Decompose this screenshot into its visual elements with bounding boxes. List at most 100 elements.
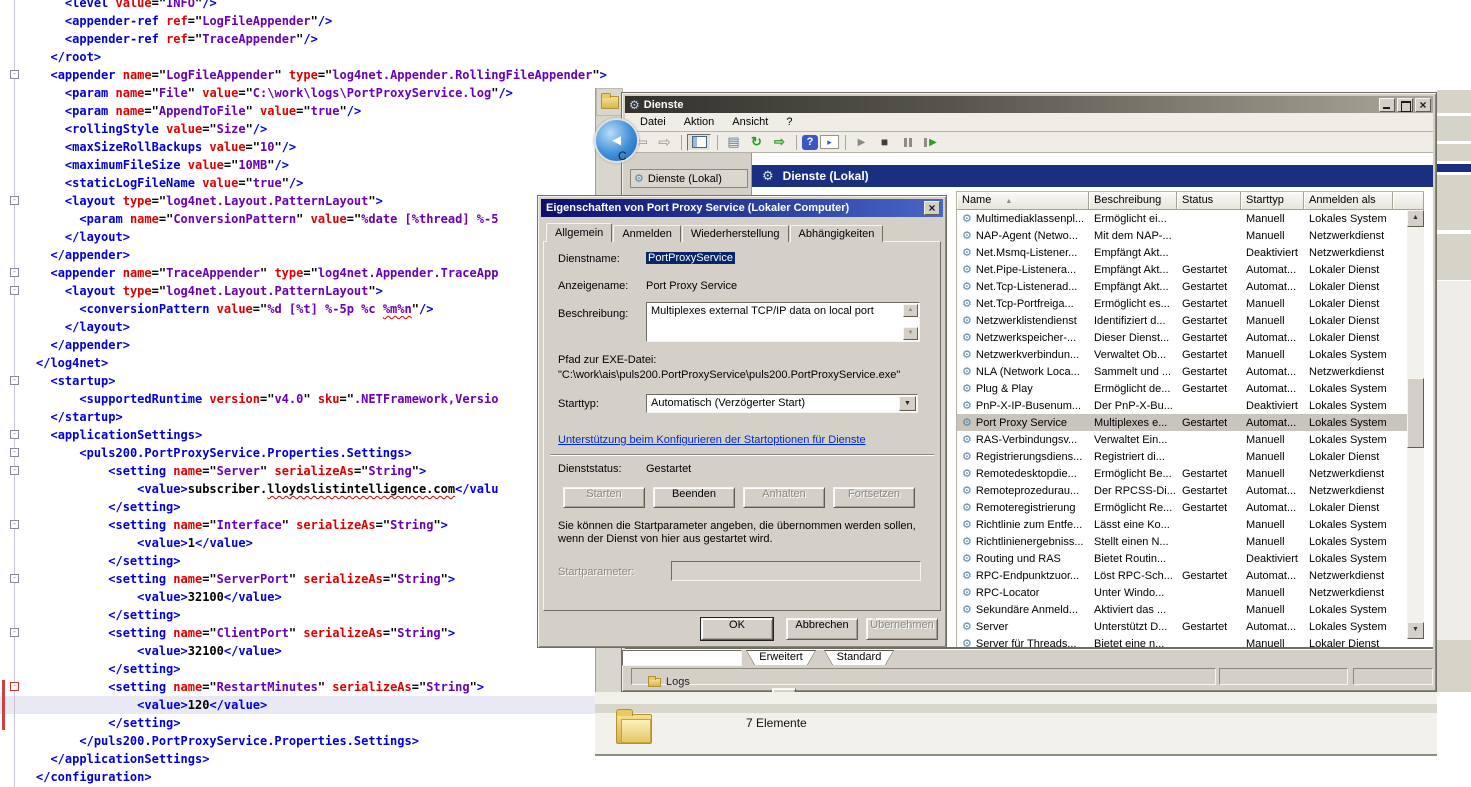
anhalten-button[interactable]: Anhalten [743, 487, 825, 508]
close-button[interactable] [1415, 98, 1431, 112]
fold-marker[interactable]: - [10, 196, 19, 205]
show-tree-icon[interactable] [687, 134, 711, 151]
service-row[interactable]: ⚙Net.Msmq-Listener...Empfängt Akt...Deak… [957, 244, 1407, 261]
services-window-titlebar[interactable]: ⚙ Dienste [625, 96, 1433, 113]
export-list-icon[interactable] [769, 134, 790, 151]
service-row[interactable]: ⚙NAP-Agent (Netwo...Mit dem NAP-...Manue… [957, 227, 1407, 244]
abbrechen-button[interactable]: Abbrechen [786, 618, 858, 640]
menu-item[interactable]: Aktion [675, 115, 724, 129]
minimize-button[interactable] [1379, 98, 1395, 112]
refresh-icon[interactable] [746, 134, 767, 151]
fold-marker[interactable]: - [10, 430, 19, 439]
service-row[interactable]: ⚙ServerUnterstützt D...GestartetAutomat.… [957, 618, 1407, 635]
service-row[interactable]: ⚙Netzwerkverbindun...Verwaltet Ob...Gest… [957, 346, 1407, 363]
explorer-search-input[interactable] [622, 650, 742, 666]
fold-marker[interactable]: - [10, 520, 19, 529]
service-row[interactable]: ⚙Port Proxy ServiceMultiplexes e...Gesta… [957, 414, 1407, 431]
service-row[interactable]: ⚙Remotedesktopdie...Ermöglicht Be...Gest… [957, 465, 1407, 482]
beschreibung-field[interactable]: Multiplexes external TCP/IP data on loca… [646, 302, 920, 342]
service-row[interactable]: ⚙Plug & PlayErmöglicht de...GestartetAut… [957, 380, 1407, 397]
uebernehmen-button[interactable]: Übernehmen [866, 618, 938, 640]
fold-marker[interactable]: - [10, 574, 19, 583]
separator-icon[interactable] [792, 134, 800, 151]
service-row[interactable]: ⚙PnP-X-IP-Busenum...Der PnP-X-Bu...Deakt… [957, 397, 1407, 414]
service-row[interactable]: ⚙NLA (Network Loca...Sammelt und ...Gest… [957, 363, 1407, 380]
close-icon[interactable] [924, 201, 940, 215]
service-row[interactable]: ⚙Multimediaklassenpl...Ermöglicht ei...M… [957, 210, 1407, 227]
taskpad-icon[interactable] [820, 135, 839, 149]
fold-marker[interactable]: - [10, 466, 19, 475]
fold-marker-changed[interactable]: - [10, 682, 19, 691]
explorer-taskbar-button[interactable] [596, 88, 623, 116]
fold-marker[interactable]: - [10, 628, 19, 637]
view-tab[interactable]: Erweitert [746, 650, 816, 666]
fold-marker[interactable]: - [10, 70, 19, 79]
dialog-tab[interactable]: Abhängigkeiten [790, 225, 884, 242]
menu-item[interactable]: Datei [631, 115, 675, 129]
service-row[interactable]: ⚙Server für Threads...Bietet eine n...Ma… [957, 635, 1407, 647]
beschreibung-scrollbar[interactable]: ▲ ▼ [903, 304, 918, 340]
stop-service-icon[interactable] [874, 134, 895, 151]
ok-button[interactable]: OK [701, 618, 773, 640]
dialog-tab[interactable]: Anmelden [613, 225, 681, 242]
scroll-down-icon[interactable]: ▼ [1407, 622, 1424, 639]
service-row[interactable]: ⚙Net.Tcp-Portfreiga...Ermöglicht es...Ge… [957, 295, 1407, 312]
service-row[interactable]: ⚙RPC-LocatorUnter Windo...ManuellNetzwer… [957, 584, 1407, 601]
scrollbar-thumb[interactable] [1407, 378, 1424, 448]
service-row[interactable]: ⚙Sekundäre Anmeld...Aktiviert das ...Man… [957, 601, 1407, 618]
tree-node-dienste-lokal[interactable]: ⚙ Dienste (Lokal) [630, 169, 748, 188]
service-row[interactable]: ⚙Remoteprozedurau...Der RPCSS-Di...Gesta… [957, 482, 1407, 499]
properties-icon[interactable] [723, 134, 744, 151]
fold-marker[interactable]: - [10, 376, 19, 385]
maximize-button[interactable] [1397, 98, 1413, 112]
starttyp-select[interactable]: Automatisch (Verzögerter Start) ▼ [646, 394, 918, 413]
service-row[interactable]: ⚙Net.Tcp-Listenerad...Empfängt Akt...Ges… [957, 278, 1407, 295]
service-row[interactable]: ⚙Net.Pipe-Listenera...Empfängt Akt...Ges… [957, 261, 1407, 278]
dialog-tab[interactable]: Allgemein [546, 223, 612, 242]
beenden-button[interactable]: Beenden [653, 487, 735, 508]
menu-item[interactable]: ? [777, 115, 801, 129]
service-row[interactable]: ⚙Richtlinie zum Entfe...Lässt eine Ko...… [957, 516, 1407, 533]
restart-service-icon[interactable] [920, 134, 941, 151]
dienstname-value[interactable]: PortProxyService [646, 252, 735, 264]
scrollbar[interactable]: ▲ ▼ [1407, 210, 1424, 639]
column-header-anmelden-als[interactable]: Anmelden als [1304, 192, 1393, 210]
dialog-titlebar[interactable]: Eigenschaften von Port Proxy Service (Lo… [541, 199, 943, 217]
service-row[interactable]: ⚙NetzwerklistendienstIdentifiziert d...G… [957, 312, 1407, 329]
startparameter-input[interactable] [671, 561, 921, 581]
dialog-tab[interactable]: Wiederherstellung [682, 225, 789, 242]
start-service-icon[interactable] [851, 134, 872, 151]
separator-icon[interactable] [841, 134, 849, 151]
xml-editor[interactable]: <level value="INFO"/> <appender-ref ref=… [36, 0, 607, 786]
startoptionen-link[interactable]: Unterstützung beim Konfigurieren der Sta… [558, 434, 866, 446]
help-icon[interactable] [802, 135, 818, 150]
separator-icon[interactable] [713, 134, 721, 151]
service-row[interactable]: ⚙Netzwerkspeicher-...Dieser Dienst...Ges… [957, 329, 1407, 346]
service-row[interactable]: ⚙RPC-Endpunktzuor...Löst RPC-Sch...Gesta… [957, 567, 1407, 584]
column-header-name[interactable]: Name▲ [957, 192, 1089, 210]
service-row[interactable]: ⚙RAS-Verbindungsv...Verwaltet Ein...Manu… [957, 431, 1407, 448]
view-tab[interactable]: Standard [824, 650, 894, 666]
service-row[interactable]: ⚙RemoteregistrierungErmöglicht Re...Gest… [957, 499, 1407, 516]
service-row[interactable]: ⚙Registrierungsdiens...Registriert di...… [957, 448, 1407, 465]
starten-button[interactable]: Starten [563, 487, 645, 508]
column-header-starttyp[interactable]: Starttyp [1241, 192, 1304, 210]
service-row[interactable]: ⚙Routing und RASBietet Routin...Deaktivi… [957, 550, 1407, 567]
explorer-tree-item[interactable]: Logs [648, 676, 690, 688]
scroll-down-icon[interactable]: ▼ [903, 327, 918, 340]
pause-service-icon[interactable] [897, 134, 918, 151]
service-row[interactable]: ⚙Richtlinienergebniss...Stellt einen N..… [957, 533, 1407, 550]
fold-marker[interactable]: - [10, 286, 19, 295]
scroll-up-icon[interactable]: ▲ [903, 304, 918, 317]
forward-icon[interactable] [654, 134, 675, 151]
menu-item[interactable]: Ansicht [723, 115, 777, 129]
explorer-back-icon[interactable]: ◄ [594, 118, 639, 163]
scroll-up-icon[interactable]: ▲ [1407, 210, 1424, 227]
column-header-status[interactable]: Status [1177, 192, 1241, 210]
fold-marker[interactable]: - [10, 268, 19, 277]
column-header-beschreibung[interactable]: Beschreibung [1089, 192, 1177, 210]
chevron-down-icon[interactable]: ▼ [899, 396, 916, 411]
fortsetzen-button[interactable]: Fortsetzen [833, 487, 915, 508]
fold-marker[interactable]: - [10, 448, 19, 457]
separator-icon[interactable] [677, 134, 685, 151]
